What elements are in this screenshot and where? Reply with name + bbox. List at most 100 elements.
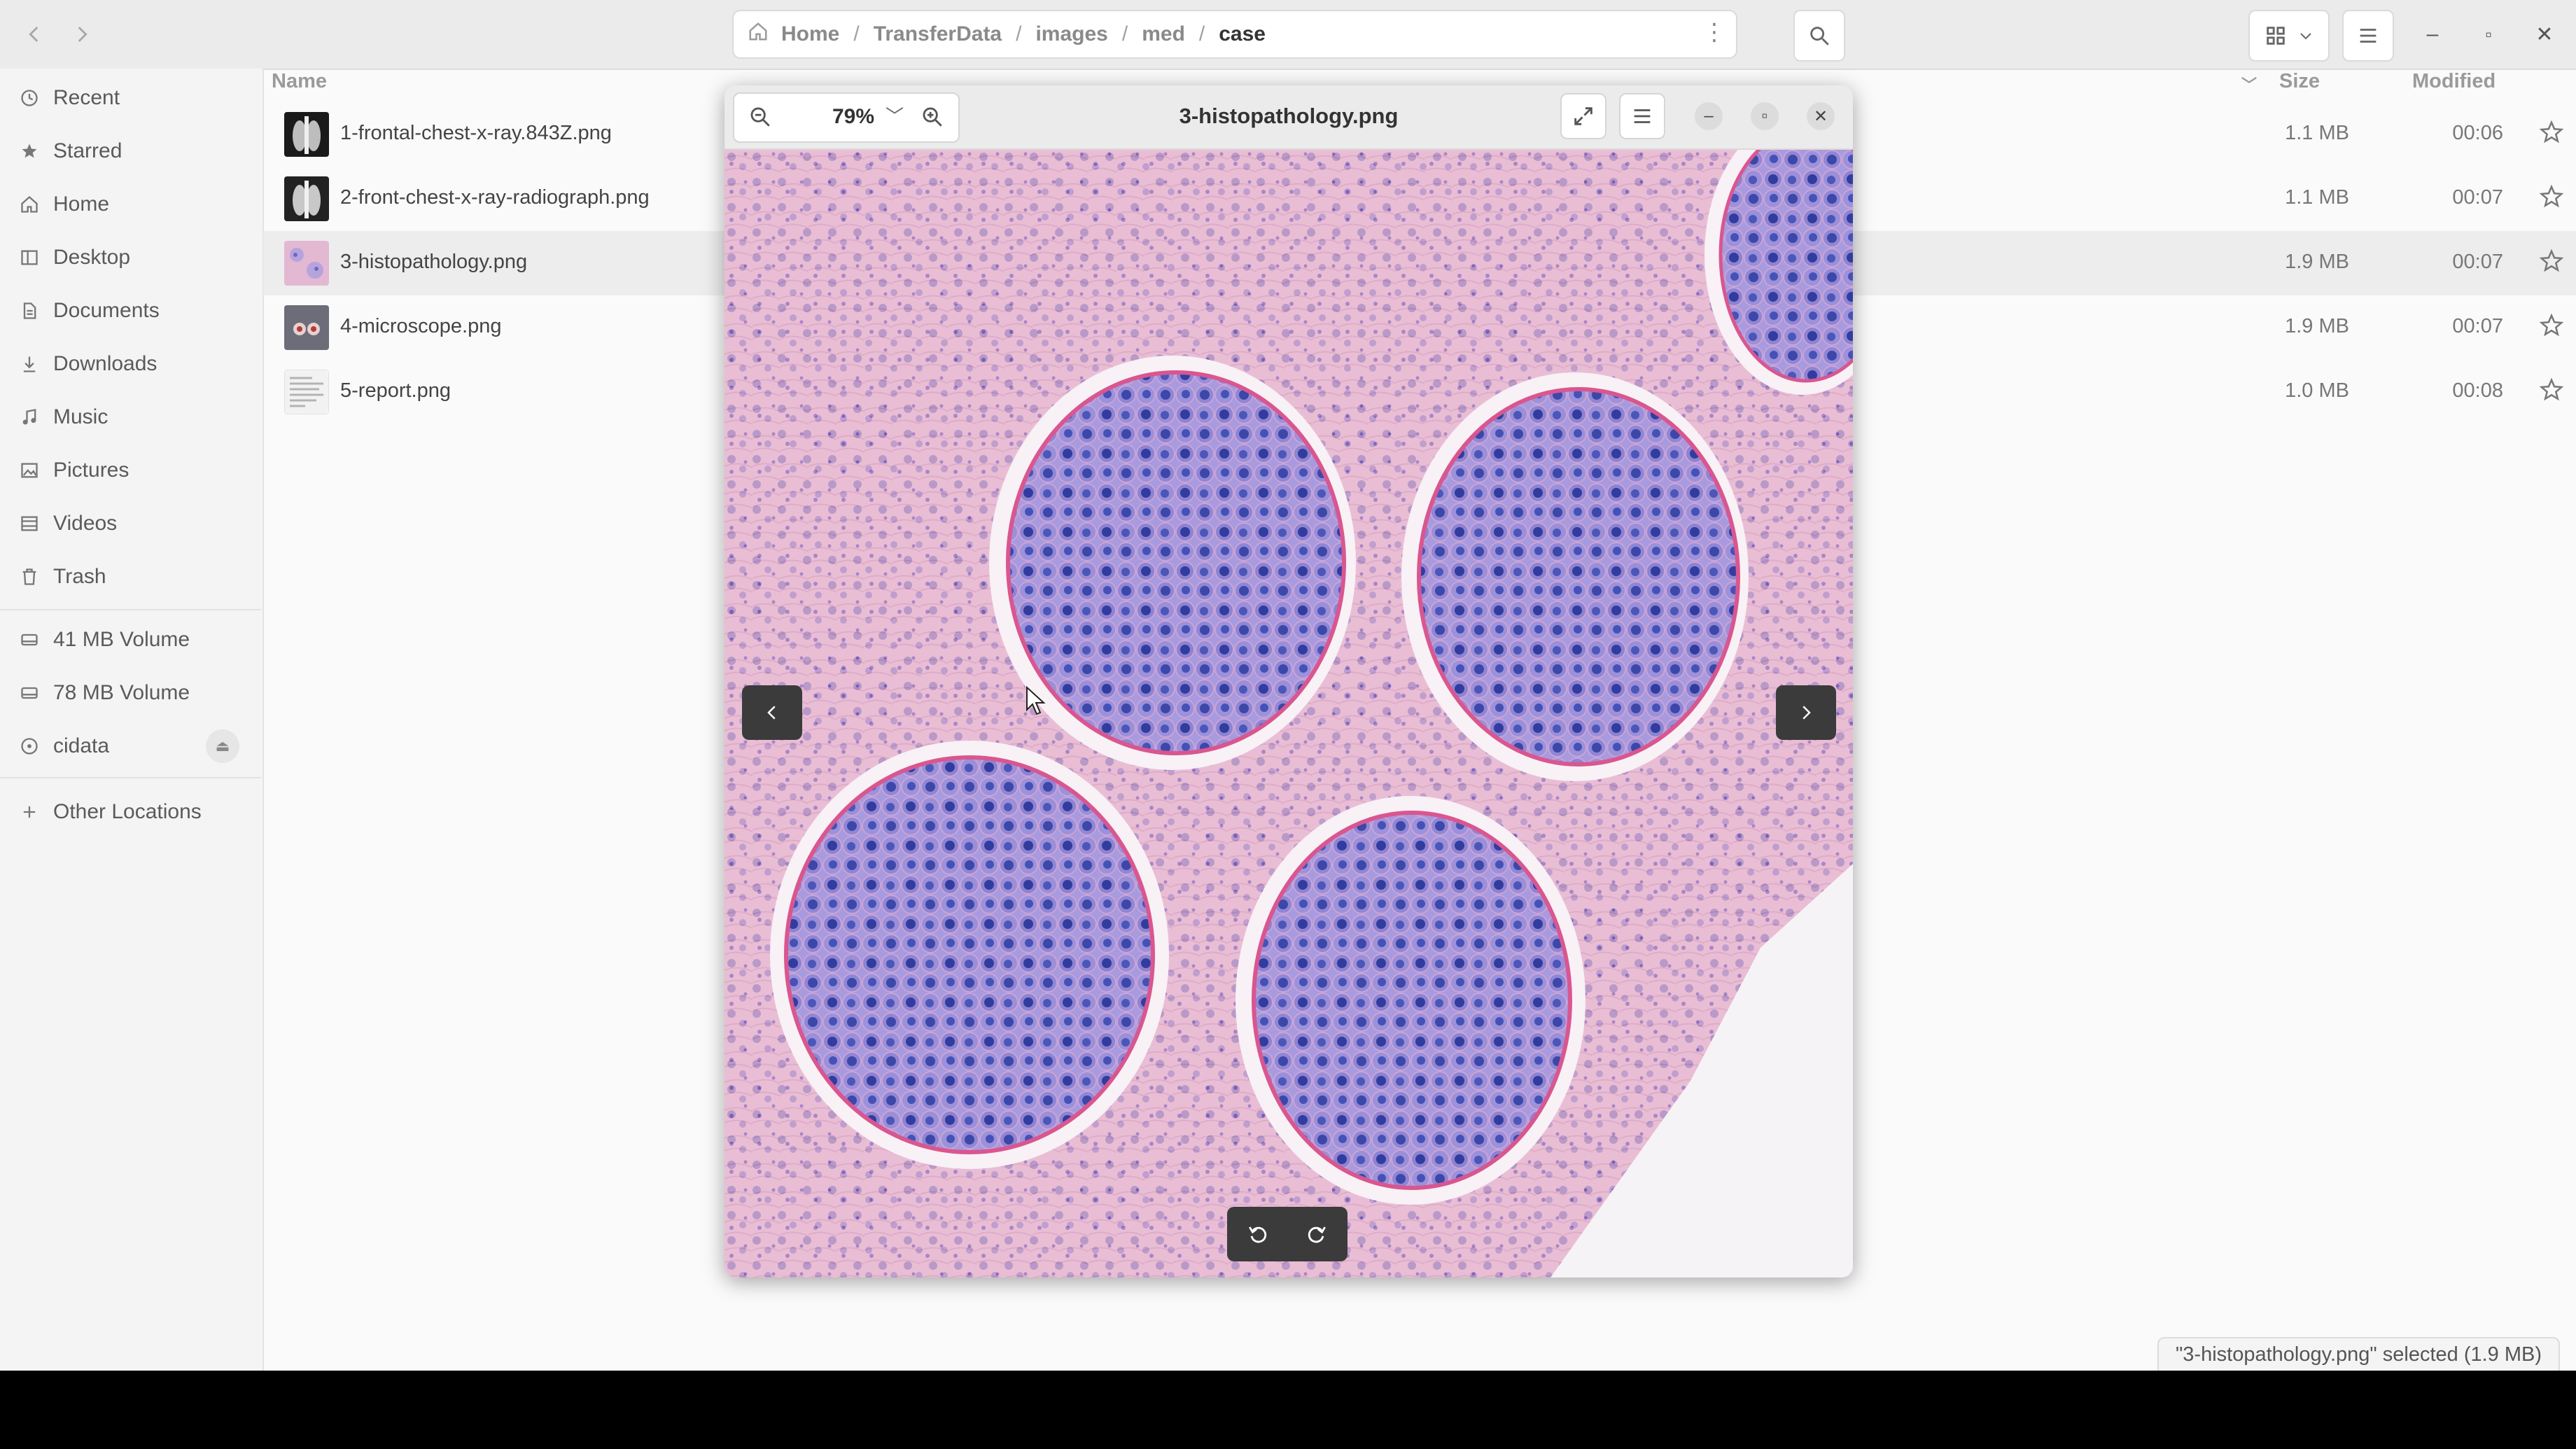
sidebar-item-starred[interactable]: Starred (20, 130, 122, 172)
file-modified: 00:07 (2452, 251, 2503, 273)
desktop-icon (21, 250, 38, 265)
search-icon (1810, 27, 1829, 46)
sidebar-item-cidata[interactable]: cidata (20, 725, 109, 767)
drive-icon (21, 687, 38, 699)
breadcrumb-home[interactable]: Home (781, 22, 839, 46)
sidebar-item-label: Home (53, 192, 110, 216)
search-button[interactable] (1793, 10, 1845, 62)
chevron-down-icon[interactable]: ﹀ (886, 102, 904, 128)
fullscreen-button[interactable] (1560, 93, 1606, 139)
file-modified: 00:07 (2452, 186, 2503, 209)
zoom-in-button[interactable] (909, 94, 955, 140)
column-header-name[interactable]: Name (272, 70, 327, 102)
rotate-toolbar (1227, 1207, 1348, 1261)
file-name: 1-frontal-chest-x-ray.843Z.png (340, 122, 612, 144)
zoom-level[interactable]: 79% (832, 105, 874, 129)
eject-button[interactable]: ⏏ (206, 729, 239, 763)
plus-icon (23, 806, 36, 818)
viewer-maximize-button[interactable]: ▫ (1751, 102, 1779, 130)
view-toggle-button[interactable] (2248, 10, 2330, 62)
breadcrumb: Home / TransferData / images / med / cas… (732, 10, 1737, 59)
chevron-left-icon (767, 706, 776, 720)
column-header-modified[interactable]: Modified (2412, 70, 2496, 102)
sidebar-item-documents[interactable]: Documents (20, 290, 160, 332)
chevron-left-icon (29, 27, 38, 42)
previous-image-button[interactable] (742, 685, 802, 740)
report-thumbnail (284, 370, 329, 414)
star-icon[interactable] (2538, 183, 2565, 210)
breadcrumb-case[interactable]: case (1219, 22, 1266, 46)
histopathology-picture (724, 115, 1853, 1278)
star-icon[interactable] (2538, 312, 2565, 339)
breadcrumb-separator: / (853, 22, 860, 46)
column-header-size[interactable]: Size (2279, 70, 2320, 102)
xray-thumbnail (284, 112, 329, 157)
sidebar-item-downloads[interactable]: Downloads (20, 343, 157, 385)
sidebar-item-label: Other Locations (53, 800, 202, 823)
file-size: 1.9 MB (2285, 251, 2349, 273)
home-icon (748, 21, 777, 48)
zoom-out-button[interactable] (737, 94, 783, 140)
viewer-header-bar: 79% ﹀ 3-histopathology.png – ▫ ✕ (724, 85, 1853, 150)
sidebar-item-videos[interactable]: Videos (20, 503, 117, 545)
minimize-button[interactable]: – (2408, 10, 2457, 59)
viewer-minimize-button[interactable]: – (1695, 102, 1723, 130)
histopathology-image[interactable] (724, 115, 1853, 1278)
status-bar: "3-histopathology.png" selected (1.9 MB) (2157, 1337, 2561, 1371)
viewer-close-button[interactable]: ✕ (1807, 102, 1835, 130)
file-name: 3-histopathology.png (340, 251, 528, 273)
sidebar-item-pictures[interactable]: Pictures (20, 449, 129, 491)
sidebar-divider (0, 609, 261, 610)
eject-icon: ⏏ (215, 737, 230, 755)
sidebar-item-label: Trash (53, 565, 106, 588)
zoom-out-icon (750, 107, 770, 127)
xray-thumbnail (284, 176, 329, 221)
rotate-left-icon (1249, 1226, 1267, 1243)
clock-icon (21, 90, 38, 106)
file-size: 1.1 MB (2285, 186, 2349, 209)
breadcrumb-separator: / (1121, 22, 1128, 46)
hamburger-icon (2360, 29, 2376, 43)
header-bar: Home / TransferData / images / med / cas… (0, 0, 2576, 70)
sidebar-item-desktop[interactable]: Desktop (20, 237, 130, 279)
rotate-right-button[interactable] (1298, 1217, 1334, 1252)
sidebar-divider (0, 777, 261, 778)
sidebar: Recent Starred Home Desktop Documents Do… (0, 69, 264, 1371)
sort-chevron-icon[interactable]: ﹀ (2241, 73, 2257, 105)
star-icon[interactable] (2538, 377, 2565, 403)
sidebar-item-other-locations[interactable]: Other Locations (20, 791, 202, 833)
forward-button[interactable] (57, 10, 106, 59)
breadcrumb-images[interactable]: images (1035, 22, 1107, 46)
rotate-left-button[interactable] (1241, 1217, 1276, 1252)
sidebar-item-music[interactable]: Music (20, 396, 108, 438)
sidebar-item-recent[interactable]: Recent (20, 77, 120, 119)
hamburger-icon (1634, 109, 1651, 123)
file-size: 1.9 MB (2285, 315, 2349, 337)
chevron-right-icon (1802, 706, 1811, 720)
sidebar-item-label: Downloads (53, 352, 158, 375)
star-icon[interactable] (2538, 119, 2565, 146)
grid-view-icon (2267, 27, 2285, 45)
maximize-button[interactable]: ▫ (2464, 10, 2513, 59)
back-button[interactable] (10, 10, 59, 59)
file-modified: 00:07 (2452, 315, 2503, 337)
sidebar-item-label: 78 MB Volume (53, 681, 190, 704)
fullscreen-icon (1574, 107, 1592, 125)
breadcrumb-med[interactable]: med (1142, 22, 1185, 46)
sidebar-item-volume-41mb[interactable]: 41 MB Volume (20, 619, 190, 661)
zoom-in-icon (923, 107, 942, 127)
sidebar-item-home[interactable]: Home (20, 183, 109, 225)
star-icon[interactable] (2538, 248, 2565, 274)
breadcrumb-transferdata[interactable]: TransferData (874, 22, 1002, 46)
sidebar-item-volume-78mb[interactable]: 78 MB Volume (20, 672, 190, 714)
path-menu-icon[interactable]: ⋮ (1702, 18, 1726, 46)
main-menu-button[interactable] (2342, 10, 2394, 62)
file-name: 2-front-chest-x-ray-radiograph.png (340, 186, 650, 209)
sidebar-item-trash[interactable]: Trash (20, 556, 106, 598)
star-icon (22, 144, 37, 158)
close-button[interactable]: ✕ (2520, 10, 2569, 59)
next-image-button[interactable] (1776, 685, 1836, 740)
sidebar-item-label: Recent (53, 86, 120, 109)
viewer-menu-button[interactable] (1619, 93, 1665, 139)
disc-icon (21, 738, 38, 755)
